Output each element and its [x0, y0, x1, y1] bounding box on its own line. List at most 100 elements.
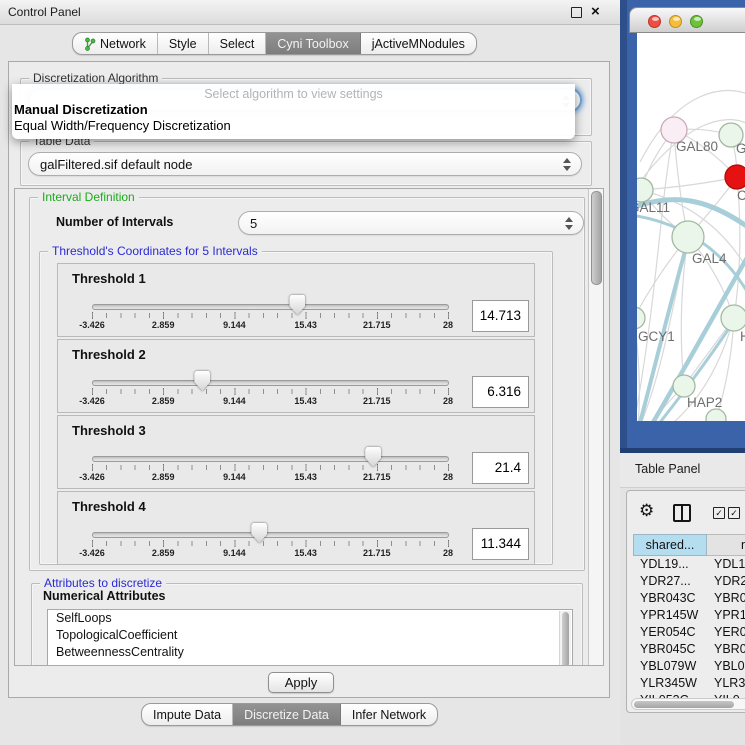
- network-node-gal4[interactable]: [672, 221, 704, 253]
- vertical-scrollbar-thumb[interactable]: [591, 191, 602, 285]
- network-node-h-node[interactable]: [721, 305, 745, 331]
- node-label-gal11: GAL11: [637, 200, 670, 215]
- network-node-hap2[interactable]: [673, 375, 695, 397]
- table-cell: YBR0: [707, 641, 745, 658]
- tab-select[interactable]: Select: [209, 33, 267, 54]
- horizontal-scrollbar[interactable]: [631, 698, 745, 710]
- tab-label: Select: [220, 37, 255, 51]
- slider-tick-label: 21.715: [355, 320, 399, 330]
- slider-thumb-shape: [194, 371, 210, 391]
- slider-tick-label: -3.426: [70, 548, 114, 558]
- table-row[interactable]: YLR345WYLR3: [633, 675, 745, 692]
- network-desktop: GAL80GCGAL11GAL4GCY1HHAP2: [620, 0, 745, 448]
- slider-thumb[interactable]: [251, 523, 267, 543]
- slider-tick-label: 9.144: [212, 472, 256, 482]
- list-scrollbar[interactable]: [559, 611, 571, 666]
- close-icon[interactable]: ×: [591, 2, 600, 22]
- network-node-gal11[interactable]: [637, 178, 653, 202]
- tab-jactivemnodules[interactable]: jActiveMNodules: [361, 33, 476, 54]
- table-cell: YER054C: [633, 624, 707, 641]
- attribute-item-selfloops[interactable]: SelfLoops: [48, 610, 572, 627]
- tab-style[interactable]: Style: [158, 33, 209, 54]
- algorithm-option-manual-discretization[interactable]: Manual Discretization: [14, 102, 148, 117]
- gear-icon[interactable]: ⚙: [639, 502, 654, 520]
- threshold-value-field[interactable]: 11.344: [472, 528, 529, 560]
- tab-discretize-data[interactable]: Discretize Data: [233, 704, 341, 725]
- column-header-n[interactable]: n: [707, 534, 745, 556]
- slider-thumb[interactable]: [365, 447, 381, 467]
- network-node-bottom-node[interactable]: [706, 409, 726, 421]
- right-side: GAL80GCGAL11GAL4GCY1HHAP2 Table Panel ⚙ …: [620, 0, 745, 745]
- slider-tick-label: -3.426: [70, 320, 114, 330]
- table-panel-title: Table Panel: [635, 462, 700, 476]
- network-node-red-node[interactable]: [725, 165, 745, 189]
- slider-tick-label: -3.426: [70, 472, 114, 482]
- table-row[interactable]: YER054CYER0: [633, 624, 745, 641]
- table-cell: YLR345W: [633, 675, 707, 692]
- close-traffic-light-icon[interactable]: [648, 15, 661, 28]
- attribute-item-betweennesscentrality[interactable]: BetweennessCentrality: [48, 644, 572, 661]
- table-row[interactable]: YBR043CYBR0: [633, 590, 745, 607]
- network-canvas[interactable]: GAL80GCGAL11GAL4GCY1HHAP2: [637, 33, 745, 421]
- table-row[interactable]: YDL19...YDL1: [633, 556, 745, 573]
- table-data-combo-value: galFiltered.sif default node: [40, 157, 192, 172]
- network-edge[interactable]: [637, 130, 674, 421]
- node-table: shared...n YDL19...YDL1YDR27...YDR2YBR04…: [633, 534, 745, 709]
- minimize-traffic-light-icon[interactable]: [669, 15, 682, 28]
- slider-minor-ticks: [92, 389, 450, 394]
- tab-network[interactable]: Network: [73, 33, 158, 54]
- checkbox-icon[interactable]: ✓: [713, 507, 725, 519]
- table-data-combobox[interactable]: galFiltered.sif default node: [28, 152, 582, 176]
- desktop-edge: [620, 0, 627, 448]
- table-row[interactable]: YPR145WYPR1: [633, 607, 745, 624]
- threshold-panel-3: Threshold 3-3.4262.8599.14415.4321.71528…: [57, 415, 535, 489]
- node-label-h: H: [740, 329, 745, 344]
- table-cell: YBL0: [707, 658, 745, 675]
- tab-label: Discretize Data: [244, 708, 329, 722]
- list-scrollbar-thumb[interactable]: [562, 612, 569, 666]
- float-window-icon[interactable]: [571, 7, 582, 18]
- number-of-intervals-combobox[interactable]: 5: [238, 211, 584, 235]
- horizontal-scrollbar-thumb[interactable]: [634, 701, 734, 708]
- zoom-traffic-light-icon[interactable]: [690, 15, 703, 28]
- table-cell: YDL19...: [633, 556, 707, 573]
- slider-tick-label: 9.144: [212, 548, 256, 558]
- table-row[interactable]: YDR27...YDR2: [633, 573, 745, 590]
- threshold-value-field[interactable]: 6.316: [472, 376, 529, 408]
- slider-thumb[interactable]: [289, 295, 305, 315]
- threshold-value-field[interactable]: 14.713: [472, 300, 529, 332]
- threshold-label: Threshold 2: [72, 347, 146, 362]
- table-cell: YPR1: [707, 607, 745, 624]
- columns-icon[interactable]: [673, 504, 691, 522]
- table-cell: YPR145W: [633, 607, 707, 624]
- slider-minor-ticks: [92, 541, 450, 546]
- slider-minor-ticks: [92, 313, 450, 318]
- tab-cyni-toolbox[interactable]: Cyni Toolbox: [266, 33, 360, 54]
- attribute-item-topologicalcoefficient[interactable]: TopologicalCoefficient: [48, 627, 572, 644]
- slider-tick-label: 15.43: [284, 548, 328, 558]
- column-header-shared[interactable]: shared...: [633, 534, 707, 556]
- number-of-intervals-label: Number of Intervals: [56, 215, 173, 229]
- network-window-titlebar[interactable]: [629, 7, 745, 33]
- network-node-gcy1[interactable]: [637, 307, 645, 329]
- table-row[interactable]: YBR045CYBR0: [633, 641, 745, 658]
- tab-infer-network[interactable]: Infer Network: [341, 704, 437, 725]
- table-row[interactable]: YBL079WYBL0: [633, 658, 745, 675]
- table-cell: YBR043C: [633, 590, 707, 607]
- tab-label: jActiveMNodules: [372, 37, 465, 51]
- table-cell: YBR0: [707, 590, 745, 607]
- slider-tick-label: 21.715: [355, 472, 399, 482]
- vertical-scrollbar[interactable]: [588, 189, 603, 665]
- checkbox-icon[interactable]: ✓: [728, 507, 740, 519]
- numerical-attributes-list[interactable]: SelfLoopsTopologicalCoefficientBetweenne…: [47, 609, 573, 666]
- algorithm-option-equal-width-frequency-discretization[interactable]: Equal Width/Frequency Discretization: [14, 118, 231, 133]
- tab-label: Style: [169, 37, 197, 51]
- tab-impute-data[interactable]: Impute Data: [142, 704, 233, 725]
- slider-thumb[interactable]: [194, 371, 210, 391]
- apply-button[interactable]: Apply: [268, 672, 334, 693]
- panel-title: Control Panel: [8, 5, 81, 19]
- slider-tick-label: 21.715: [355, 396, 399, 406]
- interval-definition-title: Interval Definition: [38, 190, 139, 204]
- threshold-value-field[interactable]: 21.4: [472, 452, 529, 484]
- network-edge[interactable]: [641, 177, 737, 190]
